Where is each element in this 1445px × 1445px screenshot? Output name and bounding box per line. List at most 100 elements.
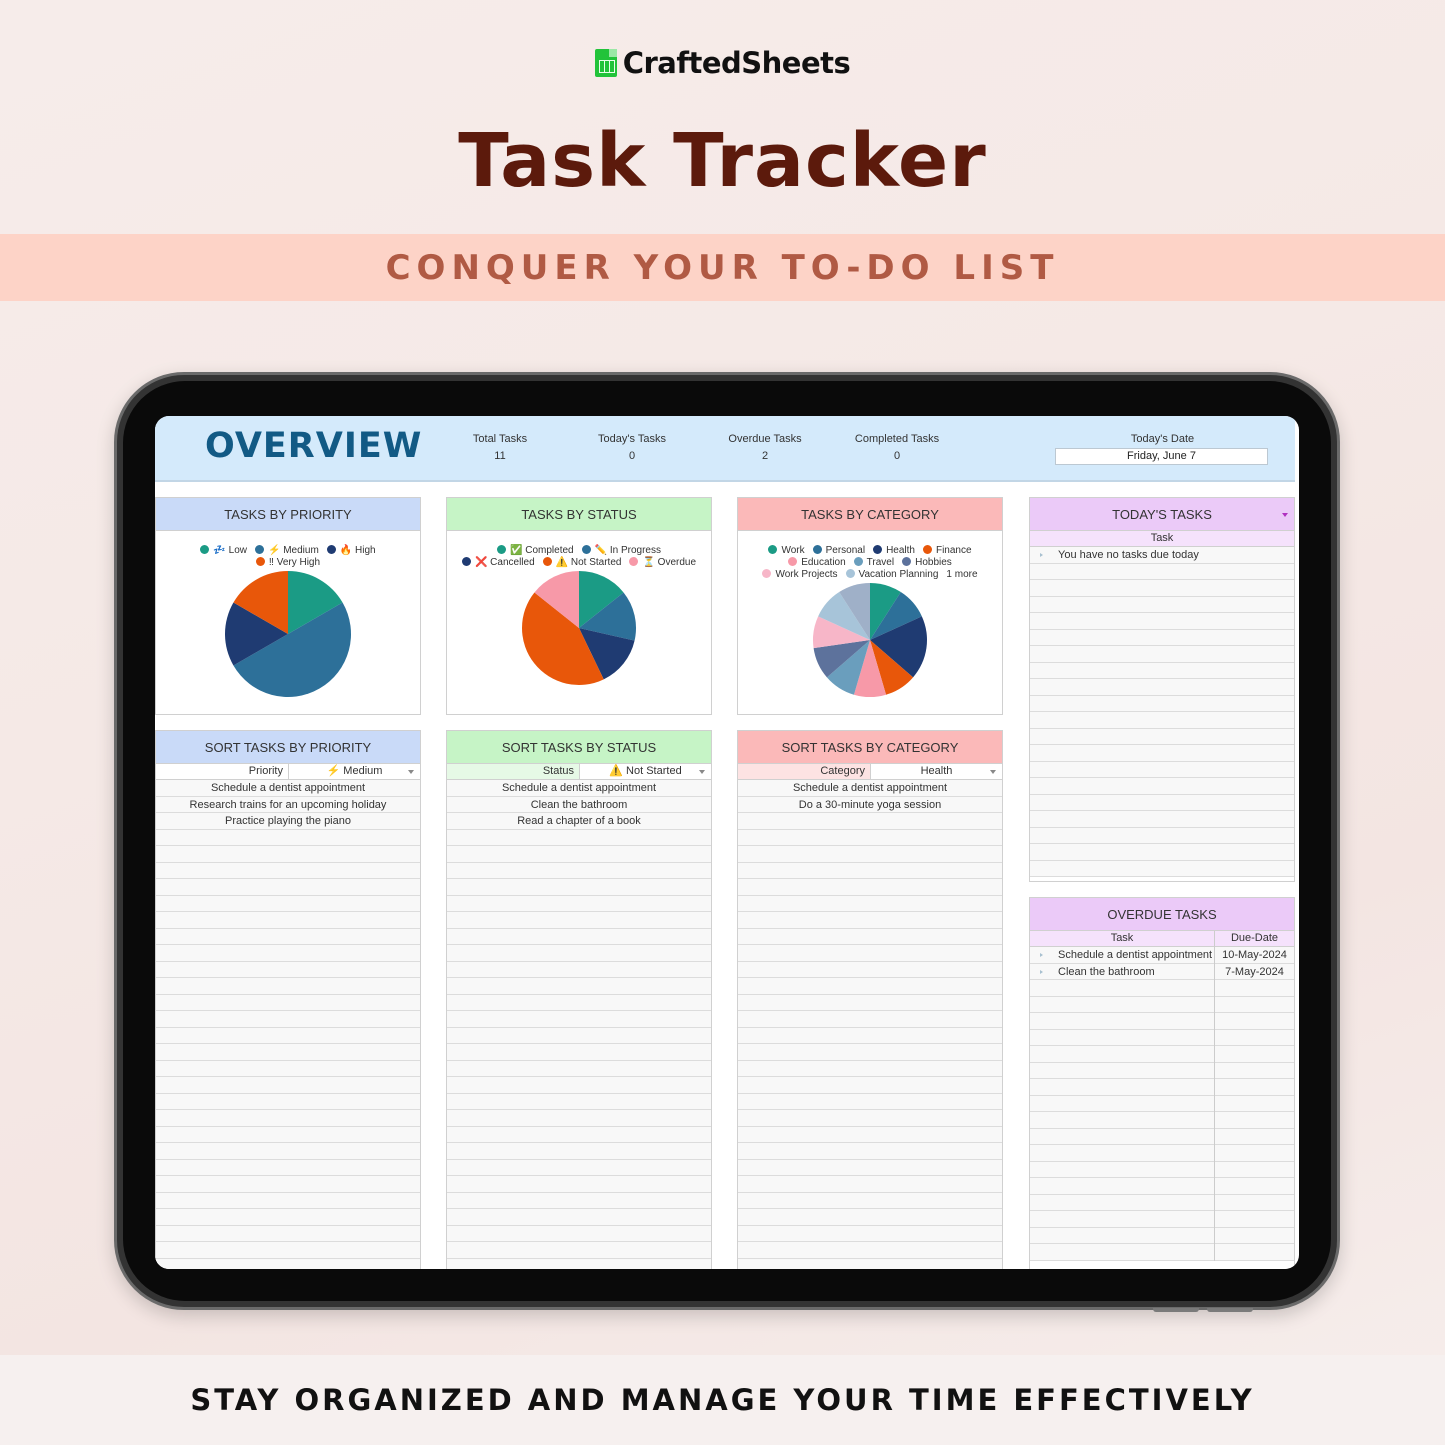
table-row[interactable] bbox=[156, 1110, 420, 1127]
table-row[interactable] bbox=[738, 1093, 1002, 1110]
table-row[interactable] bbox=[738, 1225, 1002, 1242]
table-row[interactable] bbox=[156, 1011, 420, 1028]
table-row[interactable] bbox=[738, 1176, 1002, 1193]
table-row[interactable] bbox=[1030, 827, 1294, 844]
table-row[interactable] bbox=[1030, 794, 1294, 811]
table-row[interactable] bbox=[156, 978, 420, 995]
table-row[interactable] bbox=[738, 1192, 1002, 1209]
table-row[interactable] bbox=[156, 862, 420, 879]
table-row[interactable] bbox=[738, 945, 1002, 962]
table-row[interactable] bbox=[1030, 1013, 1214, 1030]
table-row[interactable] bbox=[1030, 563, 1294, 580]
table-row[interactable] bbox=[447, 829, 711, 846]
table-row[interactable] bbox=[156, 912, 420, 929]
table-row[interactable]: 7-May-2024 bbox=[1215, 963, 1294, 980]
table-row[interactable]: Read a chapter of a book bbox=[447, 813, 711, 830]
table-row[interactable] bbox=[738, 1143, 1002, 1160]
table-row[interactable] bbox=[1030, 662, 1294, 679]
status-filter-dropdown[interactable]: ⚠️ Not Started bbox=[580, 764, 711, 779]
table-row[interactable] bbox=[156, 1060, 420, 1077]
table-row[interactable] bbox=[1215, 1161, 1294, 1178]
table-row[interactable]: Research trains for an upcoming holiday bbox=[156, 796, 420, 813]
table-row[interactable] bbox=[1030, 728, 1294, 745]
table-row[interactable] bbox=[156, 945, 420, 962]
table-row[interactable] bbox=[738, 912, 1002, 929]
table-row[interactable] bbox=[738, 978, 1002, 995]
table-row[interactable] bbox=[447, 912, 711, 929]
table-row[interactable] bbox=[447, 879, 711, 896]
table-row[interactable] bbox=[1030, 860, 1294, 877]
table-row[interactable] bbox=[156, 1143, 420, 1160]
table-row[interactable]: Practice playing the piano bbox=[156, 813, 420, 830]
table-row[interactable] bbox=[447, 1192, 711, 1209]
table-row[interactable] bbox=[447, 1044, 711, 1061]
table-row[interactable] bbox=[1215, 1178, 1294, 1195]
table-row[interactable] bbox=[156, 1192, 420, 1209]
table-row[interactable] bbox=[447, 895, 711, 912]
table-row[interactable] bbox=[1030, 778, 1294, 795]
table-row[interactable] bbox=[447, 1209, 711, 1226]
table-row[interactable] bbox=[156, 928, 420, 945]
table-row[interactable] bbox=[156, 1225, 420, 1242]
table-row[interactable] bbox=[1215, 980, 1294, 997]
table-row[interactable] bbox=[156, 1044, 420, 1061]
table-row[interactable] bbox=[1030, 1029, 1214, 1046]
table-row[interactable]: Clean the bathroom bbox=[1030, 963, 1214, 980]
table-row[interactable] bbox=[1030, 1211, 1214, 1228]
table-row[interactable] bbox=[738, 895, 1002, 912]
dropdown-arrow-icon[interactable] bbox=[1282, 513, 1288, 517]
table-row[interactable] bbox=[1030, 712, 1294, 729]
table-row[interactable] bbox=[1215, 1194, 1294, 1211]
table-row[interactable] bbox=[156, 1093, 420, 1110]
table-row[interactable] bbox=[1215, 1112, 1294, 1129]
table-row[interactable] bbox=[447, 862, 711, 879]
table-row[interactable] bbox=[447, 1011, 711, 1028]
table-row[interactable] bbox=[1030, 1161, 1214, 1178]
table-row[interactable] bbox=[447, 994, 711, 1011]
table-row[interactable]: Schedule a dentist appointment bbox=[156, 780, 420, 797]
table-row[interactable] bbox=[1030, 1227, 1214, 1244]
table-row[interactable] bbox=[1030, 1079, 1214, 1096]
table-row[interactable] bbox=[1030, 1178, 1214, 1195]
table-row[interactable] bbox=[1030, 1128, 1214, 1145]
table-row[interactable]: Clean the bathroom bbox=[447, 796, 711, 813]
table-row[interactable] bbox=[1030, 1095, 1214, 1112]
table-row[interactable] bbox=[1030, 745, 1294, 762]
table-row[interactable] bbox=[447, 1242, 711, 1259]
table-row[interactable] bbox=[738, 994, 1002, 1011]
table-row[interactable] bbox=[1030, 980, 1214, 997]
table-row[interactable] bbox=[1215, 996, 1294, 1013]
table-row[interactable] bbox=[1215, 1128, 1294, 1145]
table-row[interactable] bbox=[1030, 629, 1294, 646]
table-row[interactable] bbox=[738, 1242, 1002, 1259]
table-row[interactable] bbox=[738, 961, 1002, 978]
table-row[interactable] bbox=[447, 1027, 711, 1044]
table-row[interactable] bbox=[1030, 646, 1294, 663]
table-row[interactable] bbox=[738, 1077, 1002, 1094]
table-row[interactable]: Schedule a dentist appointment bbox=[447, 780, 711, 797]
table-row[interactable] bbox=[738, 846, 1002, 863]
priority-filter-dropdown[interactable]: ⚡ Medium bbox=[289, 764, 420, 779]
table-row[interactable] bbox=[447, 1126, 711, 1143]
table-row[interactable] bbox=[1030, 679, 1294, 696]
category-filter-dropdown[interactable]: Health bbox=[871, 764, 1002, 779]
table-row[interactable] bbox=[1030, 1046, 1214, 1063]
table-row[interactable]: 10-May-2024 bbox=[1215, 947, 1294, 964]
table-row[interactable] bbox=[1030, 844, 1294, 861]
table-row[interactable] bbox=[447, 846, 711, 863]
table-row[interactable] bbox=[447, 961, 711, 978]
table-row[interactable] bbox=[156, 1176, 420, 1193]
table-row[interactable] bbox=[1030, 1145, 1214, 1162]
table-row[interactable] bbox=[156, 1159, 420, 1176]
table-row[interactable] bbox=[738, 1159, 1002, 1176]
table-row[interactable] bbox=[447, 945, 711, 962]
table-row[interactable] bbox=[1030, 761, 1294, 778]
table-row[interactable] bbox=[738, 1044, 1002, 1061]
table-row[interactable] bbox=[156, 879, 420, 896]
table-row[interactable] bbox=[156, 829, 420, 846]
table-row[interactable] bbox=[738, 1126, 1002, 1143]
table-row[interactable] bbox=[447, 1060, 711, 1077]
table-row[interactable] bbox=[1215, 1145, 1294, 1162]
table-row[interactable] bbox=[1030, 613, 1294, 630]
table-row[interactable] bbox=[1030, 580, 1294, 597]
